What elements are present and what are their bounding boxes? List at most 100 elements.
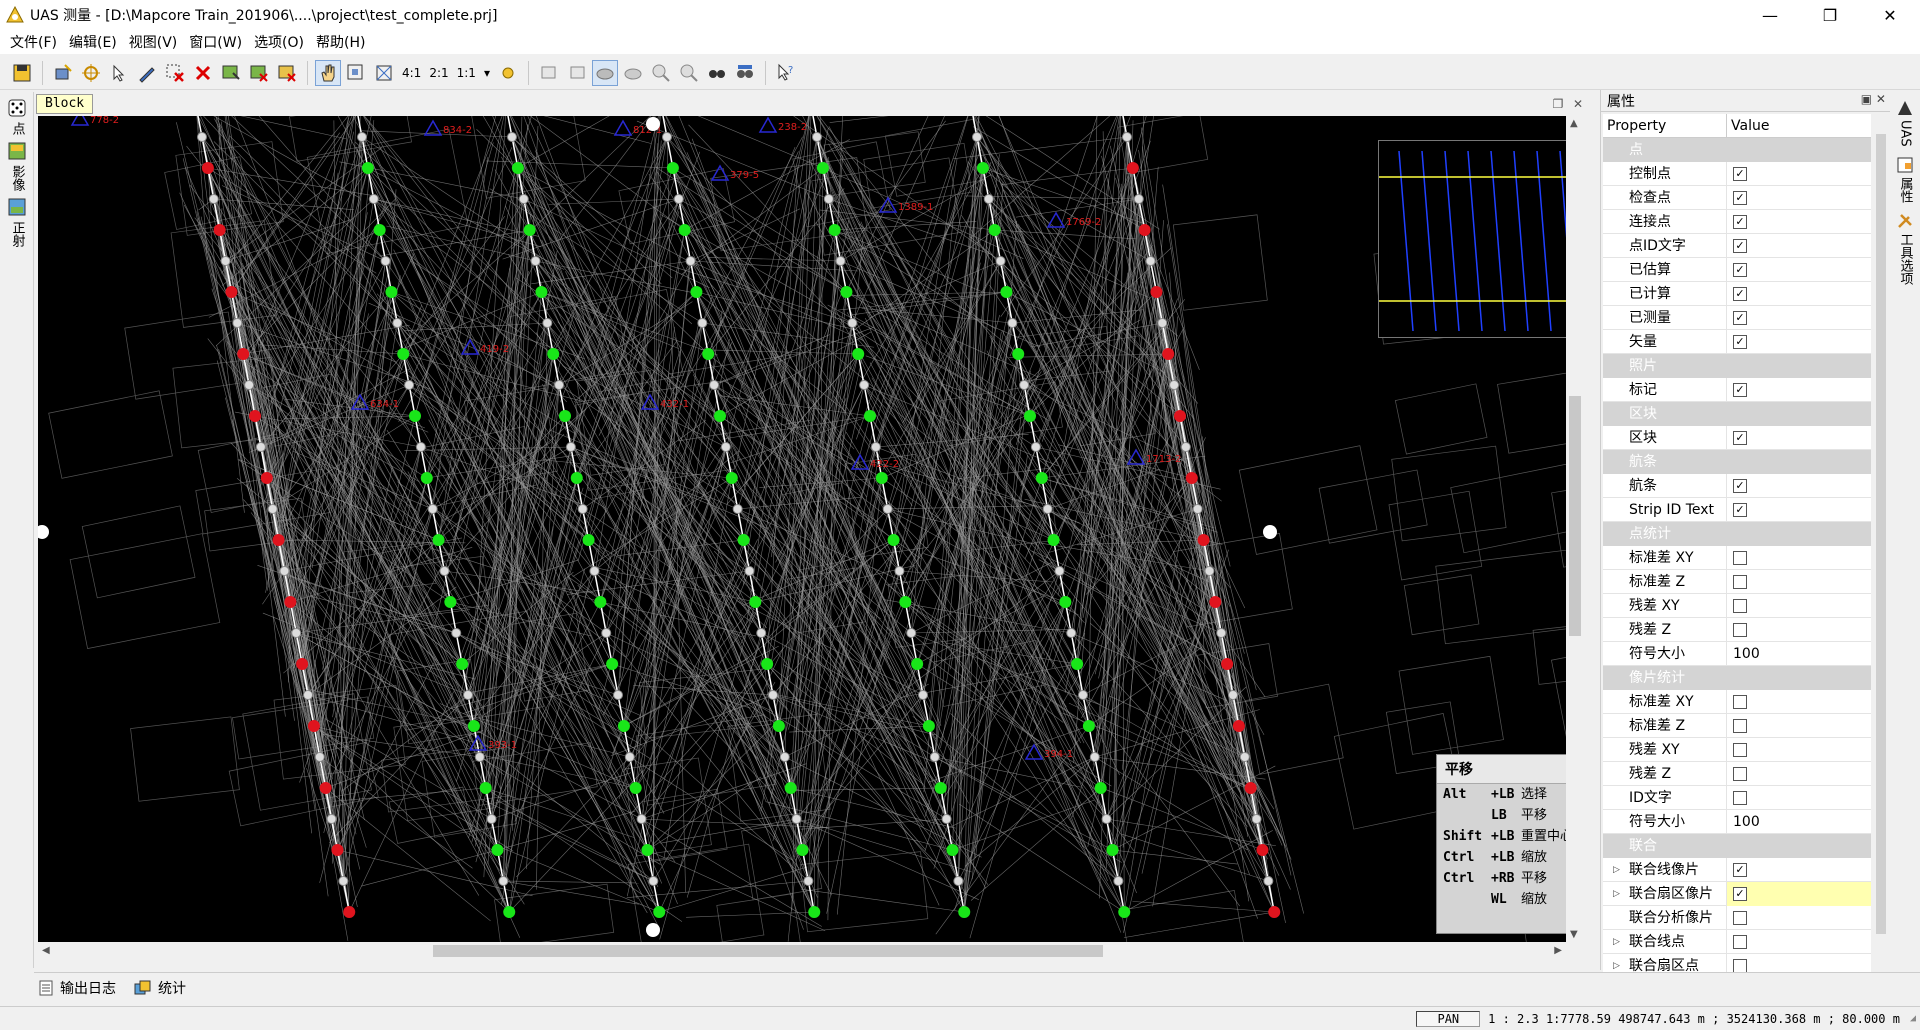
- rail-tab-images[interactable]: 影像: [0, 141, 34, 191]
- camera-marker[interactable]: [791, 814, 802, 824]
- camera-point[interactable]: [213, 224, 226, 236]
- document-restore-button[interactable]: ❐: [1550, 96, 1566, 112]
- property-row[interactable]: 控制点 ✓: [1603, 161, 1871, 186]
- camera-point[interactable]: [1012, 348, 1025, 360]
- camera-point[interactable]: [249, 410, 261, 422]
- property-value[interactable]: [1727, 906, 1747, 930]
- camera-marker[interactable]: [720, 442, 731, 452]
- camera-point[interactable]: [1094, 782, 1107, 794]
- measure-button[interactable]: [134, 60, 160, 86]
- scroll-down-icon[interactable]: ▼: [1570, 929, 1578, 940]
- rail-tab-tool-options[interactable]: 工具选项: [1890, 213, 1920, 285]
- camera-point[interactable]: [761, 658, 774, 670]
- camera-marker[interactable]: [636, 814, 647, 824]
- camera-marker[interactable]: [894, 566, 905, 576]
- camera-point[interactable]: [1185, 472, 1198, 484]
- camera-marker[interactable]: [530, 256, 541, 266]
- property-row[interactable]: ID文字: [1603, 785, 1871, 810]
- camera-marker[interactable]: [565, 442, 576, 452]
- camera-point[interactable]: [503, 906, 516, 918]
- camera-marker[interactable]: [906, 628, 917, 638]
- camera-marker[interactable]: [338, 876, 349, 886]
- menu-edit[interactable]: 编辑(E): [63, 32, 123, 52]
- nav-left-icon[interactable]: [38, 525, 49, 539]
- camera-point[interactable]: [1035, 472, 1048, 484]
- camera-marker[interactable]: [427, 504, 438, 514]
- camera-point[interactable]: [409, 410, 421, 422]
- camera-point[interactable]: [547, 348, 560, 360]
- viewer-vertical-scrollbar[interactable]: ▲ ▼: [1566, 116, 1584, 942]
- camera-marker[interactable]: [882, 504, 893, 514]
- insert-point-button[interactable]: [50, 60, 76, 86]
- unchecked-checkbox[interactable]: [1733, 742, 1747, 757]
- zoom-window-button[interactable]: [343, 60, 369, 86]
- camera-marker[interactable]: [232, 318, 243, 328]
- camera-marker[interactable]: [835, 256, 846, 266]
- camera-marker[interactable]: [314, 752, 325, 762]
- property-row[interactable]: 已测量 ✓: [1603, 305, 1871, 330]
- camera-marker[interactable]: [244, 380, 255, 390]
- camera-point[interactable]: [828, 224, 841, 236]
- camera-point[interactable]: [911, 658, 924, 670]
- camera-marker[interactable]: [589, 566, 600, 576]
- camera-marker[interactable]: [542, 318, 553, 328]
- zoom-extent-button[interactable]: [371, 60, 397, 86]
- camera-marker[interactable]: [811, 132, 822, 142]
- camera-marker[interactable]: [326, 814, 337, 824]
- camera-marker[interactable]: [941, 814, 952, 824]
- camera-point[interactable]: [1268, 906, 1281, 918]
- camera-marker[interactable]: [1192, 504, 1203, 514]
- camera-marker[interactable]: [870, 442, 881, 452]
- target-button[interactable]: [78, 60, 104, 86]
- property-value[interactable]: [1727, 570, 1747, 594]
- camera-point[interactable]: [946, 844, 959, 856]
- camera-marker[interactable]: [415, 442, 426, 452]
- camera-marker[interactable]: [971, 132, 982, 142]
- camera-marker[interactable]: [1263, 876, 1274, 886]
- camera-marker[interactable]: [995, 256, 1006, 266]
- camera-point[interactable]: [887, 534, 900, 546]
- camera-marker[interactable]: [392, 318, 403, 328]
- property-row[interactable]: 矢量 ✓: [1603, 329, 1871, 354]
- camera-marker[interactable]: [1054, 566, 1065, 576]
- unchecked-checkbox[interactable]: [1733, 550, 1747, 565]
- ground-control-point[interactable]: 419-2: [460, 338, 509, 355]
- property-value[interactable]: ✓: [1727, 186, 1747, 210]
- property-row[interactable]: 标准差 Z: [1603, 713, 1871, 738]
- property-value[interactable]: [1727, 690, 1747, 714]
- property-row[interactable]: ▷ 联合扇区像片 ✓: [1603, 881, 1871, 906]
- camera-point[interactable]: [816, 162, 829, 174]
- camera-point[interactable]: [225, 286, 238, 298]
- camera-point[interactable]: [641, 844, 654, 856]
- camera-point[interactable]: [958, 906, 971, 918]
- camera-point[interactable]: [373, 224, 386, 236]
- camera-point[interactable]: [1118, 906, 1131, 918]
- camera-marker[interactable]: [255, 442, 266, 452]
- tab-statistics[interactable]: 统计: [134, 978, 186, 998]
- property-value[interactable]: ✓: [1727, 378, 1747, 402]
- camera-point[interactable]: [1138, 224, 1151, 236]
- camera-point[interactable]: [617, 720, 630, 732]
- scroll-left-icon[interactable]: ◀: [42, 945, 50, 956]
- camera-point[interactable]: [629, 782, 642, 794]
- camera-marker[interactable]: [518, 194, 529, 204]
- property-row[interactable]: 联合分析像片: [1603, 905, 1871, 930]
- camera-marker[interactable]: [554, 380, 565, 390]
- menu-file[interactable]: 文件(F): [4, 32, 63, 52]
- property-row[interactable]: 符号大小 100: [1603, 809, 1871, 834]
- camera-point[interactable]: [432, 534, 445, 546]
- camera-marker[interactable]: [823, 194, 834, 204]
- property-row[interactable]: 航条 ✓: [1603, 473, 1871, 498]
- save-button[interactable]: [9, 60, 35, 86]
- camera-marker[interactable]: [368, 194, 379, 204]
- expand-icon[interactable]: ▷: [1613, 858, 1620, 882]
- column-header-property[interactable]: Property: [1603, 114, 1727, 137]
- next-view-button[interactable]: [564, 60, 590, 86]
- expand-icon[interactable]: ▷: [1613, 930, 1620, 954]
- camera-marker[interactable]: [1066, 628, 1077, 638]
- camera-marker[interactable]: [474, 752, 485, 762]
- camera-marker[interactable]: [291, 628, 302, 638]
- nav-down-icon[interactable]: [646, 923, 660, 937]
- unchecked-checkbox[interactable]: [1733, 622, 1747, 637]
- camera-marker[interactable]: [918, 690, 929, 700]
